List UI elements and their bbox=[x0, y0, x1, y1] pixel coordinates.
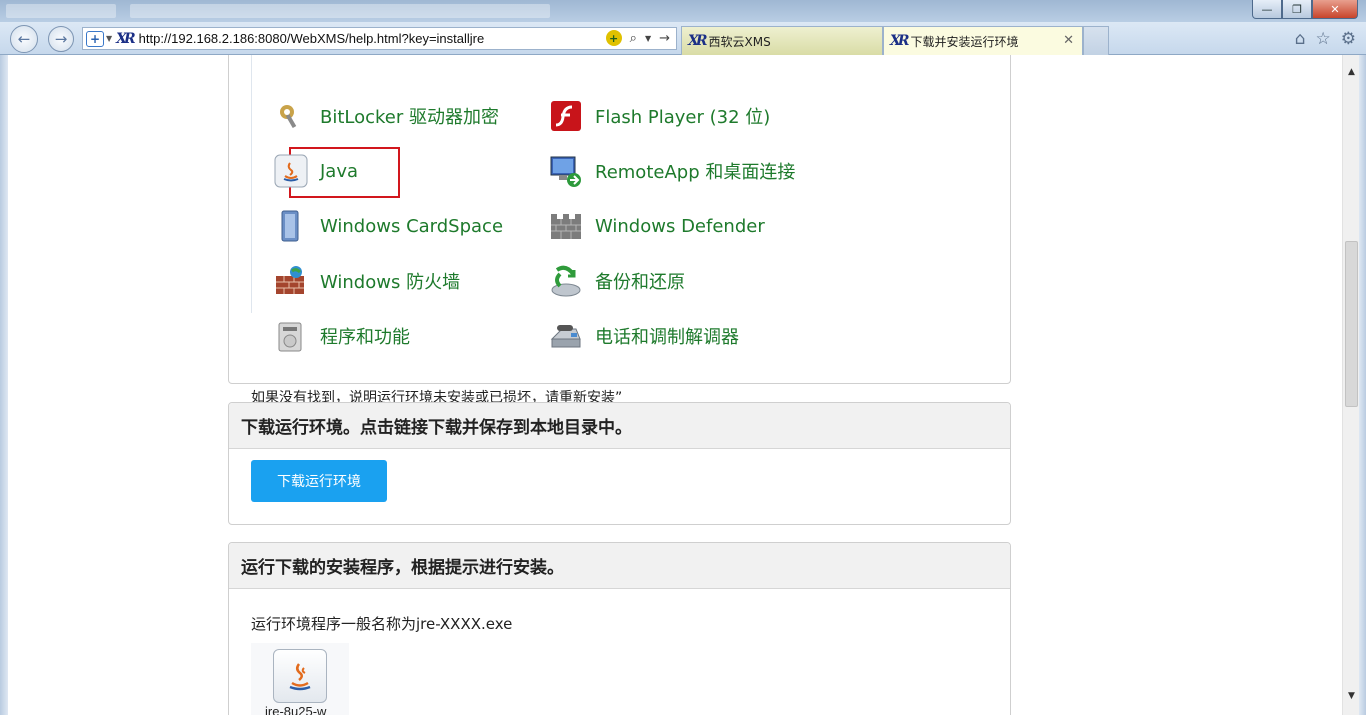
installer-file-name: jre-8u25-w bbox=[265, 704, 327, 715]
window-frame-left bbox=[0, 55, 8, 715]
firewall-icon bbox=[274, 264, 308, 298]
new-tab-button[interactable] bbox=[1083, 26, 1109, 55]
security-shield-icon[interactable]: + bbox=[86, 30, 104, 47]
cp-item-phone-modem: 电话和调制解调器 bbox=[549, 319, 739, 353]
site-favicon-icon: XR bbox=[688, 33, 707, 49]
forward-button[interactable]: → bbox=[48, 26, 74, 52]
cp-item-cardspace: Windows CardSpace bbox=[274, 209, 503, 243]
favorites-star-icon[interactable]: ☆ bbox=[1316, 29, 1331, 49]
window-frame-right bbox=[1359, 55, 1366, 715]
site-favicon-icon: XR bbox=[890, 33, 909, 49]
cp-item-label: Windows CardSpace bbox=[320, 215, 504, 237]
cp-item-label: Windows Defender bbox=[595, 215, 765, 237]
forward-arrow-icon: → bbox=[54, 30, 68, 48]
cp-item-bitlocker: BitLocker 驱动器加密 bbox=[274, 99, 499, 133]
control-panel-screenshot: BitLocker 驱动器加密 Java Windows CardSpace W bbox=[251, 55, 811, 352]
close-window-button[interactable]: ✕ bbox=[1312, 0, 1358, 19]
java-icon bbox=[274, 154, 308, 188]
java-installer-icon bbox=[273, 649, 327, 703]
scrollbar-thumb[interactable] bbox=[1345, 241, 1358, 407]
browser-toolbar-icons: ⌂ ☆ ⚙ bbox=[1295, 29, 1356, 49]
download-panel: 下载运行环境。点击链接下载并保存到本地目录中。 下载运行环境 bbox=[228, 402, 1011, 525]
cp-item-remoteapp: RemoteApp 和桌面连接 bbox=[549, 154, 795, 188]
cp-item-java: Java bbox=[274, 154, 358, 188]
scroll-down-icon[interactable]: ▼ bbox=[1343, 687, 1360, 704]
cp-item-backup: 备份和还原 bbox=[549, 264, 685, 298]
install-panel: 运行下载的安装程序，根据提示进行安装。 运行环境程序一般名称为jre-XXXX.… bbox=[228, 542, 1011, 715]
window-controls: — ❐ ✕ bbox=[1252, 0, 1358, 19]
panel-heading: 下载运行环境。点击链接下载并保存到本地目录中。 bbox=[229, 403, 1010, 449]
installer-file-tile: jre-8u25-w bbox=[251, 643, 349, 715]
tab-xms[interactable]: XR 西软云XMS bbox=[681, 26, 883, 55]
go-arrow-icon[interactable]: → bbox=[659, 31, 670, 46]
cp-item-label: 程序和功能 bbox=[320, 327, 410, 348]
tab-download-install[interactable]: XR 下载并安装运行环境 ✕ bbox=[883, 26, 1083, 55]
cp-item-firewall: Windows 防火墙 bbox=[274, 264, 460, 298]
cp-item-flash: Flash Player (32 位) bbox=[549, 99, 770, 133]
taskbar-blur bbox=[6, 4, 116, 18]
remoteapp-icon bbox=[549, 154, 583, 188]
phone-modem-icon bbox=[549, 319, 583, 353]
tab-label: 下载并安装运行环境 bbox=[910, 34, 1019, 49]
download-runtime-button[interactable]: 下载运行环境 bbox=[251, 460, 387, 502]
minimize-button[interactable]: — bbox=[1252, 0, 1282, 19]
address-bar-actions: + ⌕ ▼ → bbox=[605, 30, 670, 46]
page-viewport: BitLocker 驱动器加密 Java Windows CardSpace W bbox=[0, 55, 1366, 715]
chevron-down-icon[interactable]: ▼ bbox=[106, 34, 112, 43]
dropdown-icon[interactable]: ▼ bbox=[645, 34, 651, 43]
back-arrow-icon: ← bbox=[17, 30, 31, 48]
search-icon[interactable]: ⌕ bbox=[630, 31, 637, 46]
vertical-scrollbar[interactable]: ▲ ▼ bbox=[1342, 55, 1359, 715]
window-titlebar: — ❐ ✕ bbox=[0, 0, 1366, 22]
cp-item-label: BitLocker 驱动器加密 bbox=[320, 107, 500, 128]
tab-label: 西软云XMS bbox=[708, 34, 771, 49]
browser-navbar: ← → + ▼ XR http://192.168.2.186:8080/Web… bbox=[0, 22, 1366, 55]
site-favicon-icon: XR bbox=[116, 30, 135, 47]
close-tab-icon[interactable]: ✕ bbox=[1063, 33, 1074, 48]
restore-button[interactable]: ❐ bbox=[1282, 0, 1312, 19]
bitlocker-icon bbox=[274, 99, 308, 133]
cp-item-label: Windows 防火墙 bbox=[320, 272, 461, 293]
back-button[interactable]: ← bbox=[10, 25, 38, 53]
scroll-up-icon[interactable]: ▲ bbox=[1343, 63, 1360, 80]
home-icon[interactable]: ⌂ bbox=[1295, 29, 1306, 49]
taskbar-blur bbox=[130, 4, 550, 18]
installer-name-hint: 运行环境程序一般名称为jre-XXXX.exe bbox=[251, 615, 513, 633]
cp-item-label: 备份和还原 bbox=[595, 272, 685, 293]
backup-icon bbox=[549, 264, 583, 298]
cp-item-label: RemoteApp 和桌面连接 bbox=[595, 162, 796, 183]
defender-icon bbox=[549, 209, 583, 243]
cp-item-label: Java bbox=[320, 160, 359, 182]
cardspace-icon bbox=[274, 209, 308, 243]
cp-item-label: Flash Player (32 位) bbox=[595, 107, 771, 128]
programs-icon bbox=[274, 319, 308, 353]
panel-heading: 运行下载的安装程序，根据提示进行安装。 bbox=[229, 543, 1010, 589]
find-java-panel: BitLocker 驱动器加密 Java Windows CardSpace W bbox=[228, 55, 1011, 406]
cp-item-programs: 程序和功能 bbox=[274, 319, 410, 353]
cp-item-label: 电话和调制解调器 bbox=[595, 327, 739, 348]
flash-player-icon bbox=[549, 99, 583, 133]
address-bar[interactable]: + ▼ XR http://192.168.2.186:8080/WebXMS/… bbox=[82, 27, 677, 50]
cp-item-defender: Windows Defender bbox=[549, 209, 765, 243]
compatibility-view-icon[interactable]: + bbox=[605, 30, 622, 46]
gear-icon[interactable]: ⚙ bbox=[1341, 29, 1356, 49]
address-url[interactable]: http://192.168.2.186:8080/WebXMS/help.ht… bbox=[139, 31, 485, 46]
